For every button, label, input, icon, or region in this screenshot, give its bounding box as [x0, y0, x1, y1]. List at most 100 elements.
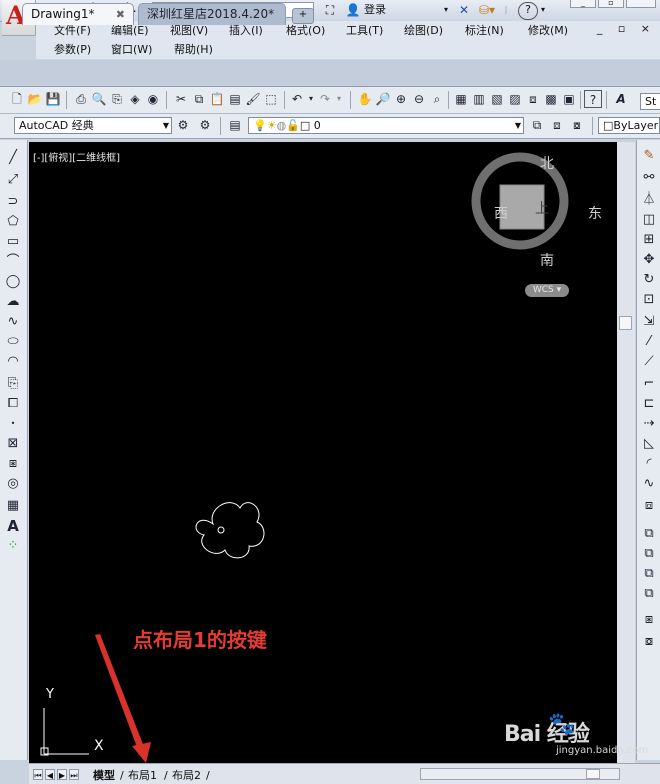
login-link[interactable]: 登录: [364, 2, 386, 18]
draw-order-front-icon[interactable]: ⧉: [638, 524, 660, 544]
print-preview-icon[interactable]: 🔍: [90, 90, 108, 108]
scrollbar-thumb[interactable]: [619, 316, 632, 330]
scale-icon[interactable]: ⊡: [638, 290, 660, 310]
help-icon[interactable]: ?: [518, 2, 538, 20]
quickcalc-icon[interactable]: ▩: [542, 90, 560, 108]
stretch-icon[interactable]: ⇲: [638, 312, 660, 332]
break-at-point-icon[interactable]: ⌐: [638, 374, 660, 394]
mirror-icon[interactable]: ⏃: [638, 190, 660, 210]
tab-layout1[interactable]: 布局1: [128, 770, 157, 782]
ellipse-icon[interactable]: ⬭: [2, 332, 24, 352]
workspace-settings-icon[interactable]: ⚙: [174, 116, 192, 134]
next-layout-icon[interactable]: ▶: [57, 769, 67, 780]
menu-modify[interactable]: 修改(M): [528, 23, 568, 39]
polygon-icon[interactable]: ⬠: [2, 212, 24, 232]
text-front-icon[interactable]: ⧆: [638, 610, 660, 630]
layer-manager-icon[interactable]: ▤: [226, 116, 244, 134]
design-center-icon[interactable]: ▥: [470, 90, 488, 108]
rotate-icon[interactable]: ↻: [638, 270, 660, 290]
polyline-icon[interactable]: ⊃: [2, 192, 24, 212]
zoom-realtime-icon[interactable]: 🔎: [374, 90, 392, 108]
login-dropdown-icon[interactable]: ▾: [440, 2, 452, 18]
binoculars-icon[interactable]: ⛶: [320, 2, 340, 18]
text-style-select[interactable]: St: [640, 93, 660, 110]
hatch-back-icon[interactable]: ⧇: [638, 632, 660, 652]
offset-icon[interactable]: ◫: [638, 210, 660, 230]
rectangle-icon[interactable]: ▭: [2, 232, 24, 252]
zoom-previous-icon[interactable]: ⊖: [410, 90, 428, 108]
calculator-icon[interactable]: ▣: [560, 90, 578, 108]
tab-model[interactable]: 模型: [93, 770, 115, 782]
add-selected-icon[interactable]: ⁘: [2, 536, 24, 556]
draw-order-back-icon[interactable]: ⧉: [638, 544, 660, 564]
help-icon[interactable]: ?: [584, 90, 602, 108]
construction-line-icon[interactable]: ⤢: [2, 170, 24, 190]
gradient-icon[interactable]: ⧆: [2, 454, 24, 474]
multiline-text-icon[interactable]: A: [2, 516, 24, 536]
vertical-scrollbar[interactable]: [617, 142, 635, 763]
ellipse-arc-icon[interactable]: ◠: [2, 352, 24, 372]
gear-icon[interactable]: ⚙: [196, 116, 214, 134]
properties-icon[interactable]: ▦: [452, 90, 470, 108]
plot-icon[interactable]: ◉: [144, 90, 162, 108]
menu-help[interactable]: 帮助(H): [174, 42, 213, 58]
viewcube-east[interactable]: 东: [588, 203, 602, 223]
draw-order-below-icon[interactable]: ⧉: [638, 584, 660, 604]
new-file-icon[interactable]: 🗋: [8, 90, 26, 108]
first-layout-icon[interactable]: ⏮: [33, 769, 43, 780]
table-icon[interactable]: ▦: [2, 496, 24, 516]
fillet-icon[interactable]: ◜: [638, 454, 660, 474]
3d-publish-icon[interactable]: ◈: [126, 90, 144, 108]
print-icon[interactable]: ⎙: [72, 90, 90, 108]
layer-isolate-icon[interactable]: ⧇: [568, 116, 586, 134]
menu-insert[interactable]: 插入(I): [229, 23, 263, 39]
hatch-icon[interactable]: ⊠: [2, 434, 24, 454]
copy-icon[interactable]: ⧉: [190, 90, 208, 108]
tool-palettes-icon[interactable]: ▧: [488, 90, 506, 108]
chamfer-icon[interactable]: ◺: [638, 434, 660, 454]
save-icon[interactable]: 💾: [44, 90, 62, 108]
help-dropdown-icon[interactable]: ▾: [538, 2, 548, 18]
publish-icon[interactable]: ⎘: [108, 90, 126, 108]
zoom-window-icon[interactable]: ⊕: [392, 90, 410, 108]
tab-drawing1[interactable]: Drawing1* ✖: [22, 3, 134, 25]
point-icon[interactable]: •: [2, 414, 24, 434]
last-layout-icon[interactable]: ⏭: [69, 769, 79, 780]
menu-format[interactable]: 格式(O): [286, 23, 325, 39]
explode-icon[interactable]: ⧈: [638, 496, 660, 516]
make-layer-current-icon[interactable]: ⧉: [528, 116, 546, 134]
flower-drawing[interactable]: [195, 502, 265, 559]
viewcube-west[interactable]: 西: [494, 203, 508, 223]
viewcube-south[interactable]: 南: [540, 250, 554, 270]
new-tab-button[interactable]: +: [292, 8, 314, 24]
tab-shenzhen-store[interactable]: 深圳红星店2018.4.20*: [138, 3, 286, 25]
block-editor-icon[interactable]: ⬚: [262, 90, 280, 108]
blend-curves-icon[interactable]: ∿: [638, 474, 660, 494]
workspace-select[interactable]: AutoCAD 经典 ▼: [14, 117, 172, 134]
extend-icon[interactable]: ⟋: [638, 352, 660, 372]
insert-block-icon[interactable]: ⎘: [2, 374, 24, 394]
paste-icon[interactable]: 📋: [208, 90, 226, 108]
mdi-window-controls[interactable]: _ ▫ ×: [597, 22, 656, 35]
region-icon[interactable]: ◎: [2, 474, 24, 494]
paste-special-icon[interactable]: ▤: [226, 90, 244, 108]
match-properties-icon[interactable]: 🖌: [244, 90, 262, 108]
menu-parameters[interactable]: 参数(P): [54, 42, 91, 58]
open-file-icon[interactable]: 📂: [26, 90, 44, 108]
redo-dropdown-icon[interactable]: ▾: [330, 90, 348, 108]
tab-layout2[interactable]: 布局2: [172, 770, 201, 782]
arc-icon[interactable]: ⌒: [2, 252, 24, 272]
drawing-canvas[interactable]: [-][俯视][二维线框] 北 南 东 西 上 WCS ▾ Y X 点布局1的按…: [29, 142, 625, 763]
circle-icon[interactable]: ◯: [2, 272, 24, 292]
markup-icon[interactable]: ⧈: [524, 90, 542, 108]
join-icon[interactable]: ⇢: [638, 414, 660, 434]
menu-dimension[interactable]: 标注(N): [465, 23, 504, 39]
horizontal-scrollbar-thumb[interactable]: [586, 769, 600, 779]
cut-icon[interactable]: ✂: [172, 90, 190, 108]
trim-icon[interactable]: ⁄: [638, 332, 660, 352]
text-style-icon[interactable]: A: [612, 90, 630, 108]
viewcube-face-label[interactable]: 上: [535, 198, 549, 218]
break-icon[interactable]: ⊏: [638, 394, 660, 414]
make-block-icon[interactable]: ⧠: [2, 394, 24, 414]
menu-tools[interactable]: 工具(T): [346, 23, 383, 39]
